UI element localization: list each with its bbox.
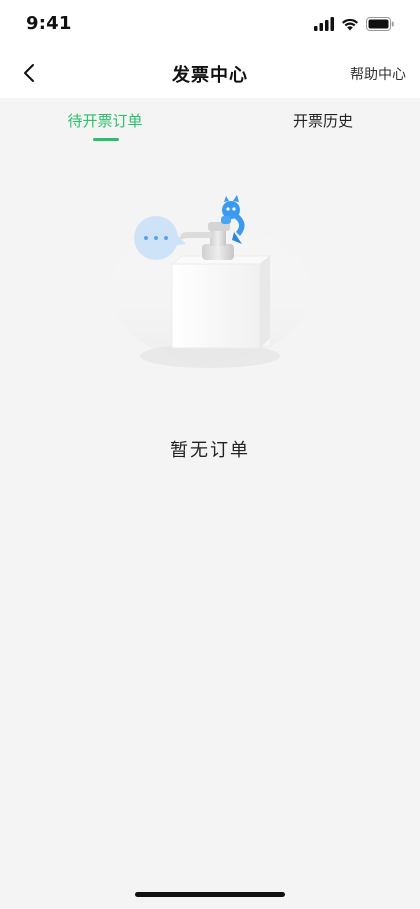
home-indicator[interactable] <box>135 892 285 897</box>
empty-orders-illustration <box>110 195 310 368</box>
help-center-link[interactable]: 帮助中心 <box>350 64 406 84</box>
tab-invoice-history[interactable]: 开票历史 <box>218 110 420 131</box>
empty-state-message: 暂无订单 <box>170 440 250 461</box>
battery-icon <box>366 17 394 31</box>
tab-bar: 待开票订单 开票历史 <box>0 98 420 148</box>
navigation-bar: 发票中心 帮助中心 <box>0 48 420 98</box>
status-bar: 9:41 <box>0 0 420 48</box>
wifi-icon <box>342 18 358 31</box>
invoice-center-screen: 9:41 发票中心 帮助中心 待开票订单 开票历史 暂无订单 <box>0 0 420 909</box>
tab-pending-orders[interactable]: 待开票订单 <box>0 110 210 131</box>
status-icons <box>314 15 394 33</box>
active-tab-indicator <box>93 138 119 141</box>
cellular-signal-icon <box>314 17 334 31</box>
status-time: 9:41 <box>26 13 72 34</box>
